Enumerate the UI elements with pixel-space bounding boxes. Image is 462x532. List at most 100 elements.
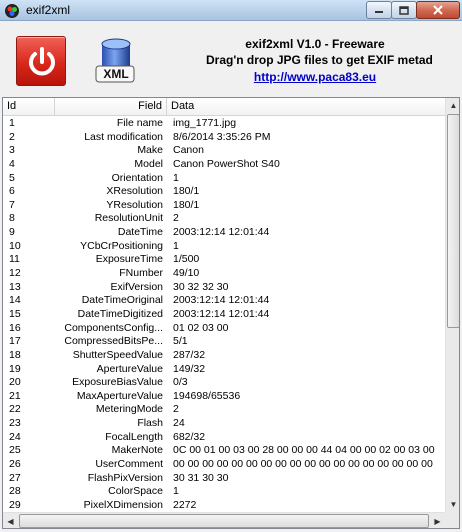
row-data: 5/1: [173, 335, 188, 348]
row-id: 11: [9, 253, 20, 266]
row-data: Canon PowerShot S40: [173, 157, 280, 170]
horizontal-scrollbar[interactable]: ◀ ▶: [3, 512, 445, 528]
table-row[interactable]: 3 Make Canon: [3, 144, 445, 158]
column-header-data[interactable]: Data: [167, 98, 445, 116]
row-data: img_1771.jpg: [173, 117, 237, 129]
row-id: 25: [9, 444, 21, 457]
app-icon: [5, 4, 19, 18]
row-id: 23: [9, 417, 21, 430]
scroll-up-icon[interactable]: ▲: [446, 98, 459, 113]
table-row[interactable]: 19 ApertureValue 149/32: [3, 363, 445, 377]
table-row[interactable]: 6 XResolution 180/1: [3, 185, 445, 199]
row-data: 24: [173, 417, 185, 430]
row-data: 2003:12:14 12:01:44: [173, 307, 270, 320]
row-field: ExposureTime: [95, 253, 163, 266]
row-field: ExposureBiasValue: [72, 376, 163, 389]
row-field: XResolution: [106, 185, 163, 198]
maximize-button[interactable]: [391, 1, 417, 19]
table-row[interactable]: 23 Flash 24: [3, 417, 445, 431]
table-row[interactable]: 26 UserComment 00 00 00 00 00 00 00 00 00 …: [3, 458, 445, 472]
row-data: 30 31 30 30: [173, 471, 229, 484]
quit-button[interactable]: [16, 36, 66, 86]
table-header: Id Field Data: [3, 98, 445, 116]
row-data: 1: [173, 171, 179, 184]
website-link[interactable]: http://www.paca83.eu: [180, 70, 450, 84]
row-id: 10: [9, 239, 21, 252]
table-row[interactable]: 29 PixelXDimension 2272: [3, 499, 445, 513]
close-button[interactable]: [416, 1, 460, 19]
table-row[interactable]: 18 ShutterSpeedValue 287/32: [3, 349, 445, 363]
row-field: MakerNote: [111, 444, 163, 457]
row-data: 2: [173, 403, 179, 416]
table-row[interactable]: 21 MaxApertureValue 194698/65536: [3, 390, 445, 404]
row-id: 2: [9, 130, 15, 143]
row-field: MaxApertureValue: [76, 389, 163, 402]
row-id: 20: [9, 376, 21, 389]
table-row[interactable]: 13 ExifVersion 30 32 32 30: [3, 281, 445, 295]
row-field: DateTimeOriginal: [81, 294, 163, 307]
row-field: MeteringMode: [95, 403, 163, 416]
table-row[interactable]: 10 YCbCrPositioning 1: [3, 240, 445, 254]
row-data: 2272: [173, 498, 197, 511]
row-field: PixelXDimension: [83, 498, 163, 511]
vertical-scrollbar[interactable]: ▲ ▼: [445, 98, 459, 512]
table-row[interactable]: 28 ColorSpace 1: [3, 485, 445, 499]
row-data: 00 00 00 00 00 00 00 00 00 00 00 00 00 0…: [173, 458, 433, 471]
xml-label: XML: [103, 67, 129, 81]
table-row[interactable]: 4 Model Canon PowerShot S40: [3, 158, 445, 172]
row-data: Canon: [173, 144, 204, 157]
scroll-right-icon[interactable]: ▶: [430, 514, 445, 528]
table-row[interactable]: 24 FocalLength 682/32: [3, 431, 445, 445]
row-id: 8: [9, 212, 15, 225]
minimize-button[interactable]: [366, 1, 392, 19]
row-id: 17: [9, 335, 21, 348]
column-header-id[interactable]: Id: [3, 98, 55, 116]
row-id: 18: [9, 348, 21, 361]
table-row[interactable]: 12 FNumber 49/10: [3, 267, 445, 281]
row-data: 2003:12:14 12:01:44: [173, 226, 270, 239]
table-row[interactable]: 1 File name img_1771.jpg: [3, 117, 445, 131]
table-row[interactable]: 27 FlashPixVersion 30 31 30 30: [3, 472, 445, 486]
row-id: 14: [9, 294, 21, 307]
row-field: Make: [137, 144, 163, 157]
table-row[interactable]: 11 ExposureTime 1/500: [3, 253, 445, 267]
table-row[interactable]: 7 YResolution 180/1: [3, 199, 445, 213]
table-row[interactable]: 9 DateTime 2003:12:14 12:01:44: [3, 226, 445, 240]
table-row[interactable]: 8 ResolutionUnit 2: [3, 212, 445, 226]
row-id: 13: [9, 280, 21, 293]
scroll-left-icon[interactable]: ◀: [3, 514, 18, 528]
row-field: ExifVersion: [110, 280, 163, 293]
table-row[interactable]: 25 MakerNote 0C 00 01 00 03 00 28 00 00 00…: [3, 444, 445, 458]
row-data: 2003:12:14 12:01:44: [173, 294, 270, 307]
table-row[interactable]: 14 DateTimeOriginal 2003:12:14 12:01:44: [3, 294, 445, 308]
row-data: 1/500: [173, 253, 200, 266]
vertical-scroll-thumb[interactable]: [447, 114, 459, 328]
table-row[interactable]: 20 ExposureBiasValue 0/3: [3, 376, 445, 390]
row-field: FocalLength: [105, 430, 163, 443]
row-id: 3: [9, 144, 15, 157]
table-row[interactable]: 16 ComponentsConfig... 01 02 03 00: [3, 322, 445, 336]
horizontal-scroll-thumb[interactable]: [19, 514, 429, 528]
column-header-field[interactable]: Field: [55, 98, 167, 116]
close-icon: [433, 5, 443, 15]
table-row[interactable]: 15 DateTimeDigitized 2003:12:14 12:01:44: [3, 308, 445, 322]
row-id: 24: [9, 430, 21, 443]
table-row[interactable]: 5 Orientation 1: [3, 172, 445, 186]
table-row[interactable]: 17 CompressedBitsPe... 5/1: [3, 335, 445, 349]
row-id: 4: [9, 157, 15, 170]
scroll-down-icon[interactable]: ▼: [446, 497, 459, 512]
row-field: Model: [134, 157, 163, 170]
row-field: Orientation: [111, 171, 163, 184]
row-data: 01 02 03 00: [173, 321, 229, 334]
row-field: FlashPixVersion: [87, 471, 163, 484]
app-instructions: Drag'n drop JPG files to get EXIF metad: [206, 53, 433, 67]
table-row[interactable]: 2 Last modification 8/6/2014 3:35:26 PM: [3, 131, 445, 145]
exif-table[interactable]: Id Field Data 1 File name img_1771.jpg 2 Las…: [2, 97, 460, 529]
row-field: FNumber: [119, 267, 163, 280]
row-id: 26: [9, 458, 21, 471]
row-id: 6: [9, 185, 15, 198]
row-data: 287/32: [173, 348, 206, 361]
scrollbar-corner: [445, 512, 459, 528]
export-xml-button[interactable]: XML: [92, 36, 140, 88]
table-row[interactable]: 22 MeteringMode 2: [3, 403, 445, 417]
